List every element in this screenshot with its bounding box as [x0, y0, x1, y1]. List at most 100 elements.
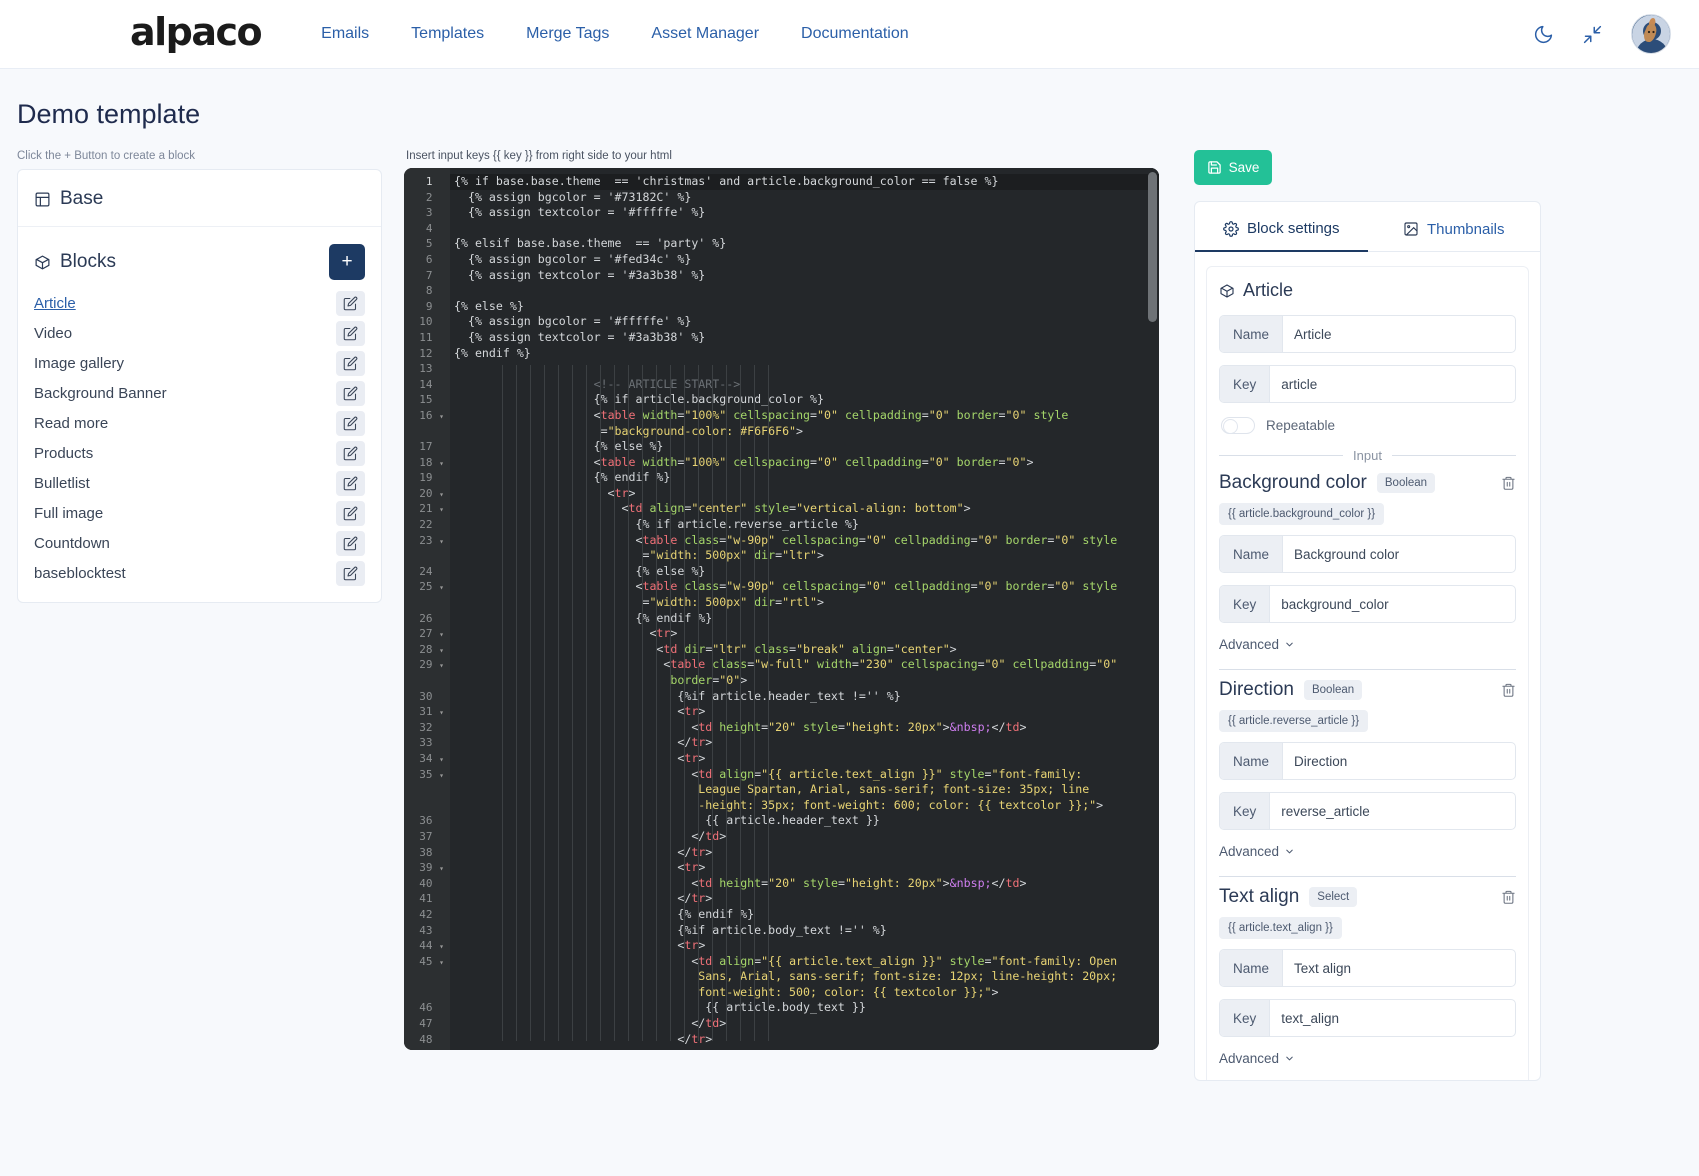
code-line[interactable]: {%if article.body_text !='' %}: [450, 923, 1159, 939]
nav-merge-tags[interactable]: Merge Tags: [526, 25, 609, 43]
edit-block-icon[interactable]: [336, 321, 365, 346]
advanced-toggle[interactable]: Advanced: [1219, 1051, 1295, 1066]
code-line[interactable]: {% assign textcolor = '#fffffe' %}: [450, 205, 1159, 221]
save-button[interactable]: Save: [1194, 150, 1272, 185]
code-line[interactable]: <!-- ARTICLE START-->: [450, 377, 1159, 393]
block-item-label[interactable]: Products: [34, 445, 93, 462]
code-line[interactable]: {% if article.background_color %}: [450, 392, 1159, 408]
code-line[interactable]: </td>: [450, 1016, 1159, 1032]
code-line[interactable]: {% if article.reverse_article %}: [450, 517, 1159, 533]
edit-block-icon[interactable]: [336, 411, 365, 436]
code-line[interactable]: <td align="{{ article.text_align }}" sty…: [450, 767, 1159, 783]
block-item-label[interactable]: Video: [34, 325, 72, 342]
code-line[interactable]: <td height="20" style="height: 20px">&nb…: [450, 876, 1159, 892]
input-name-field-value[interactable]: Background color: [1283, 536, 1515, 572]
tab-block-settings[interactable]: Block settings: [1195, 202, 1368, 252]
block-item-label[interactable]: Countdown: [34, 535, 110, 552]
code-line[interactable]: <table width="100%" cellspacing="0" cell…: [450, 408, 1159, 424]
base-section-header[interactable]: Base: [18, 170, 381, 226]
edit-block-icon[interactable]: [336, 351, 365, 376]
input-key-field-value[interactable]: background_color: [1270, 586, 1515, 622]
input-name-field-value[interactable]: Direction: [1283, 743, 1515, 779]
compress-icon[interactable]: [1582, 24, 1603, 45]
code-line[interactable]: ="background-color: #F6F6F6">: [450, 424, 1159, 440]
delete-input-icon[interactable]: [1501, 889, 1516, 905]
block-item-label[interactable]: Full image: [34, 505, 103, 522]
code-line[interactable]: <tr>: [450, 486, 1159, 502]
edit-block-icon[interactable]: [336, 501, 365, 526]
code-line[interactable]: border="0">: [450, 673, 1159, 689]
code-line[interactable]: League Spartan, Arial, sans-serif; font-…: [450, 782, 1159, 798]
moon-icon[interactable]: [1533, 24, 1554, 45]
code-line[interactable]: [450, 361, 1159, 377]
code-line[interactable]: {% endif %}: [450, 470, 1159, 486]
block-item-label[interactable]: Background Banner: [34, 385, 167, 402]
code-line[interactable]: {% assign bgcolor = '#73182C' %}: [450, 190, 1159, 206]
input-name-field[interactable]: NameBackground color: [1219, 535, 1516, 573]
input-name-field-value[interactable]: Text align: [1283, 950, 1515, 986]
edit-block-icon[interactable]: [336, 561, 365, 586]
block-item-label[interactable]: Article: [34, 295, 76, 312]
code-line[interactable]: {% elsif base.base.theme == 'party' %}: [450, 236, 1159, 252]
code-line[interactable]: <table class="w-full" width="230" cellsp…: [450, 657, 1159, 673]
input-key-field-value[interactable]: reverse_article: [1270, 793, 1515, 829]
delete-input-icon[interactable]: [1501, 475, 1516, 491]
block-item-label[interactable]: Read more: [34, 415, 108, 432]
code-line[interactable]: <tr>: [450, 626, 1159, 642]
merge-tag-chip[interactable]: {{ article.text_align }}: [1219, 917, 1342, 939]
code-line[interactable]: </tr>: [450, 1032, 1159, 1048]
input-key-field[interactable]: Keyreverse_article: [1219, 792, 1516, 830]
code-line[interactable]: {% assign bgcolor = '#fffffe' %}: [450, 314, 1159, 330]
edit-block-icon[interactable]: [336, 471, 365, 496]
code-line[interactable]: </tr>: [450, 735, 1159, 751]
code-line[interactable]: <tr>: [450, 704, 1159, 720]
nav-asset-manager[interactable]: Asset Manager: [651, 25, 759, 43]
input-name-field[interactable]: NameText align: [1219, 949, 1516, 987]
user-avatar[interactable]: [1631, 14, 1671, 54]
code-line[interactable]: {% assign bgcolor = '#fed34c' %}: [450, 252, 1159, 268]
block-key-value[interactable]: article: [1270, 366, 1515, 402]
block-name-value[interactable]: Article: [1283, 316, 1515, 352]
code-line[interactable]: Sans, Arial, sans-serif; font-size: 12px…: [450, 969, 1159, 985]
editor-vertical-scrollbar[interactable]: [1148, 172, 1157, 322]
merge-tag-chip[interactable]: {{ article.reverse_article }}: [1219, 710, 1368, 732]
nav-documentation[interactable]: Documentation: [801, 25, 909, 43]
nav-templates[interactable]: Templates: [411, 25, 484, 43]
code-line[interactable]: [450, 221, 1159, 237]
code-line[interactable]: {% endif %}: [450, 346, 1159, 362]
code-line[interactable]: ="width: 500px" dir="rtl">: [450, 595, 1159, 611]
code-line[interactable]: {{ article.header_text }}: [450, 813, 1159, 829]
block-item-label[interactable]: baseblocktest: [34, 565, 126, 582]
code-line[interactable]: {% if base.base.theme == 'christmas' and…: [450, 174, 1159, 190]
block-name-field[interactable]: Name Article: [1219, 315, 1516, 353]
merge-tag-chip[interactable]: {{ article.background_color }}: [1219, 503, 1384, 525]
advanced-toggle[interactable]: Advanced: [1219, 844, 1295, 859]
code-line[interactable]: <tr>: [450, 860, 1159, 876]
advanced-toggle[interactable]: Advanced: [1219, 637, 1295, 652]
input-name-field[interactable]: NameDirection: [1219, 742, 1516, 780]
edit-block-icon[interactable]: [336, 291, 365, 316]
code-line[interactable]: -height: 35px; font-weight: 600; color: …: [450, 798, 1159, 814]
delete-input-icon[interactable]: [1501, 682, 1516, 698]
block-item-label[interactable]: Image gallery: [34, 355, 124, 372]
edit-block-icon[interactable]: [336, 531, 365, 556]
block-key-field[interactable]: Key article: [1219, 365, 1516, 403]
code-line[interactable]: {% endif %}: [450, 907, 1159, 923]
block-item-label[interactable]: Bulletlist: [34, 475, 90, 492]
nav-emails[interactable]: Emails: [321, 25, 369, 43]
add-block-button[interactable]: +: [329, 244, 365, 280]
code-line[interactable]: <td dir="ltr" class="break" align="cente…: [450, 642, 1159, 658]
code-line[interactable]: {% assign textcolor = '#3a3b38' %}: [450, 330, 1159, 346]
code-line[interactable]: <table class="w-90p" cellspacing="0" cel…: [450, 533, 1159, 549]
html-code-editor[interactable]: 1 2 3 4 5 6 7 8 9 10 11 12 13 14 15 16 ▾…: [404, 168, 1159, 1050]
code-line[interactable]: {{ article.body_text }}: [450, 1000, 1159, 1016]
edit-block-icon[interactable]: [336, 441, 365, 466]
repeatable-toggle[interactable]: [1221, 417, 1255, 434]
code-line[interactable]: <td height="20" style="height: 20px">&nb…: [450, 720, 1159, 736]
code-content[interactable]: {% if base.base.theme == 'christmas' and…: [450, 168, 1159, 1050]
code-line[interactable]: {% endif %}: [450, 611, 1159, 627]
input-key-field-value[interactable]: text_align: [1270, 1000, 1515, 1036]
code-line[interactable]: {% assign textcolor = '#3a3b38' %}: [450, 268, 1159, 284]
code-line[interactable]: <table width="100%" cellspacing="0" cell…: [450, 455, 1159, 471]
code-line[interactable]: <td align="center" style="vertical-align…: [450, 501, 1159, 517]
